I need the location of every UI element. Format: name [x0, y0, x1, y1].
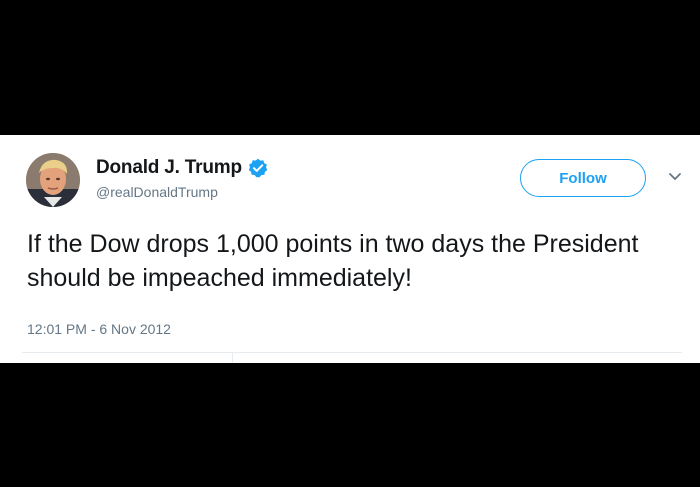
- verified-badge-icon: [248, 158, 268, 178]
- follow-button[interactable]: Follow: [520, 159, 646, 197]
- avatar-portrait-icon: [26, 153, 80, 207]
- screenshot-frame: Donald J. Trump @realDonaldTrump Follow …: [0, 0, 700, 487]
- display-name-row: Donald J. Trump: [96, 157, 268, 179]
- chevron-down-icon[interactable]: [668, 172, 682, 182]
- tweet-timestamp[interactable]: 12:01 PM - 6 Nov 2012: [27, 321, 171, 337]
- tweet-text: If the Dow drops 1,000 points in two day…: [27, 230, 639, 292]
- user-handle[interactable]: @realDonaldTrump: [96, 184, 268, 200]
- author-info: Donald J. Trump @realDonaldTrump: [96, 157, 268, 200]
- avatar[interactable]: [26, 153, 80, 207]
- display-name[interactable]: Donald J. Trump: [96, 157, 242, 179]
- tweet-card: Donald J. Trump @realDonaldTrump Follow …: [0, 135, 700, 363]
- divider-tick: [232, 352, 233, 363]
- divider: [22, 352, 682, 353]
